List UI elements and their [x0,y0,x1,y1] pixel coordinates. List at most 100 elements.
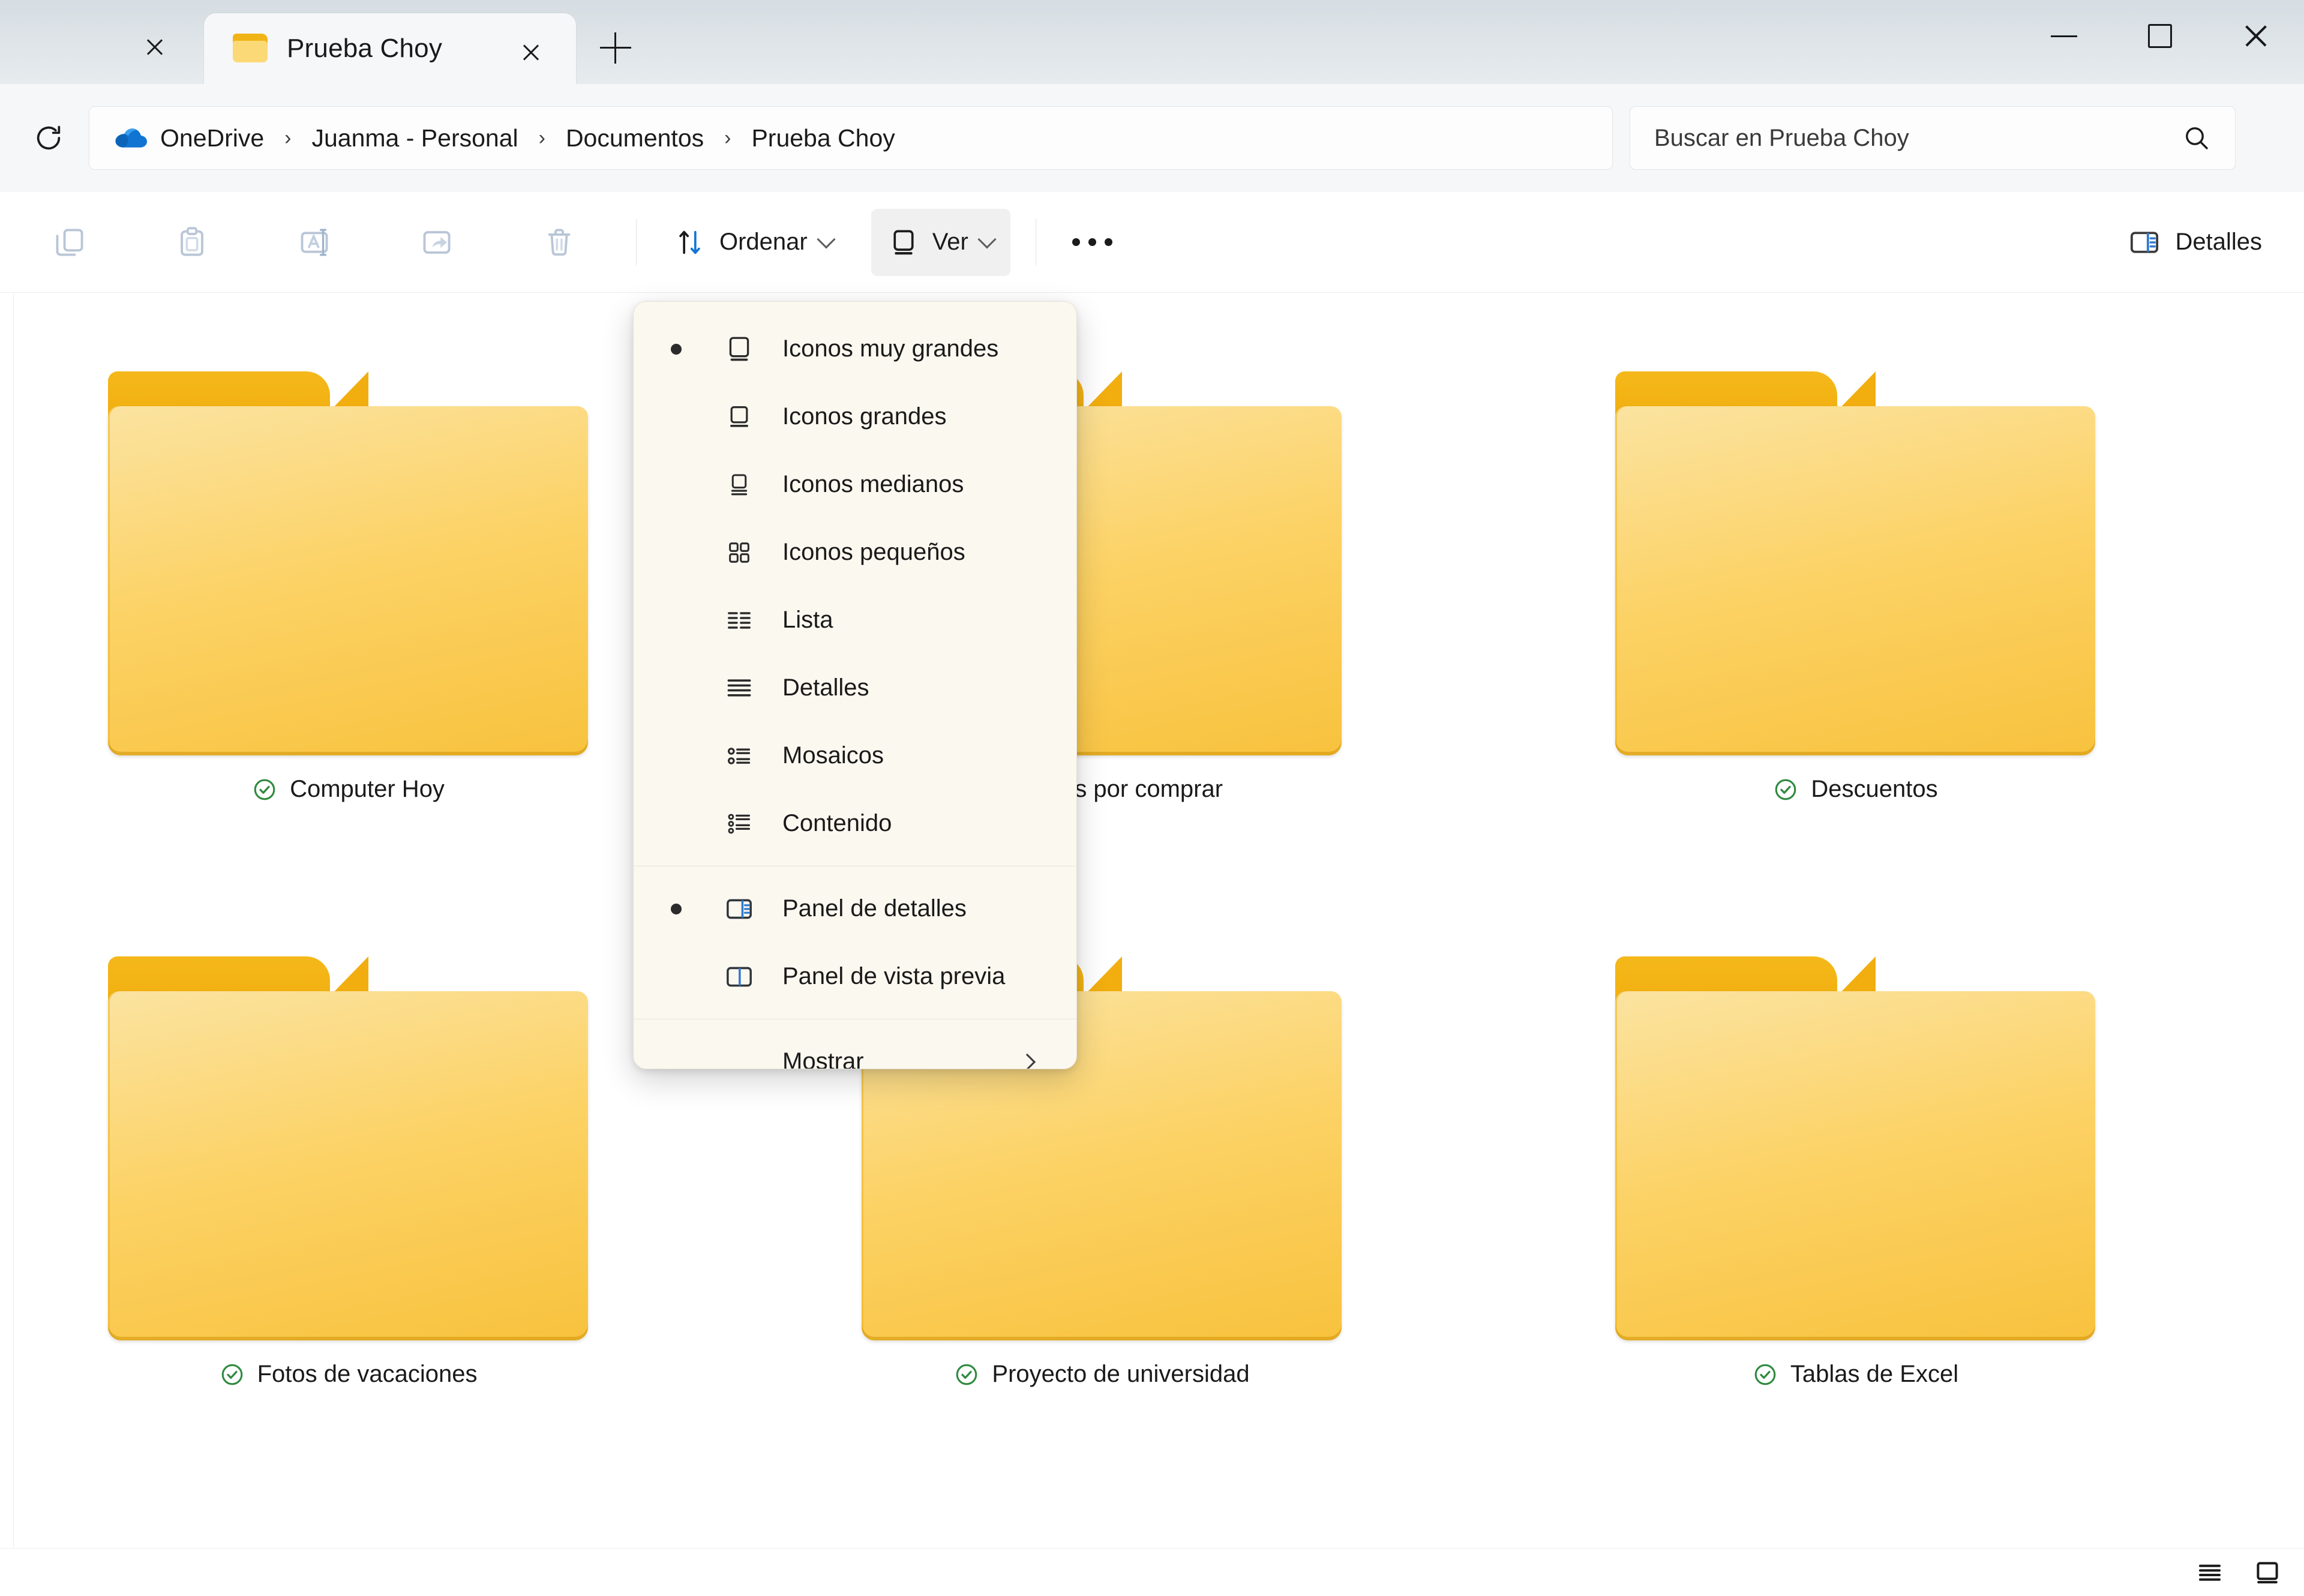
file-name: Proyecto de universidad [992,1361,1249,1388]
large-icons-view-toggle-button[interactable] [2246,1552,2288,1594]
monitor-icon [888,227,919,258]
large-icons-icon [722,400,756,434]
search-box[interactable]: Buscar en Prueba Choy [1630,106,2236,170]
menu-item-iconos-pequenos[interactable]: Iconos pequeños [634,518,1076,586]
left-close-icon-button[interactable] [137,29,173,65]
file-name: Descuentos [1811,776,1937,803]
tiles-view-icon [722,739,756,773]
view-button[interactable]: Ver [871,209,1010,276]
new-tab-button[interactable] [600,31,634,65]
list-item[interactable]: Tablas de Excel [1483,878,2227,1466]
folder-icon [233,34,269,64]
refresh-icon [33,122,64,154]
file-name: Tablas de Excel [1790,1361,1958,1388]
file-label-row: Descuentos [1772,776,1937,803]
details-pane-button[interactable]: Detalles [2113,209,2278,276]
menu-item-iconos-muy-grandes[interactable]: Iconos muy grandes [634,315,1076,383]
folder-icon [1615,371,2095,755]
menu-item-label: Panel de detalles [782,895,967,922]
close-icon [2242,22,2270,50]
delete-button[interactable] [526,209,593,276]
details-view-toggle-button[interactable] [2189,1552,2231,1594]
search-input[interactable]: Buscar en Prueba Choy [1654,125,1909,152]
selected-bullet-icon [671,344,682,355]
green-check-icon [1752,1361,1778,1388]
copy-button[interactable] [36,209,103,276]
breadcrumb-item-prueba-choy[interactable]: Prueba Choy [751,124,895,152]
menu-item-label: Mosaicos [782,742,884,769]
title-bar: Prueba Choy [0,0,2304,84]
window-controls [2016,0,2304,72]
list-item[interactable]: Fotos de vacaciones [0,878,720,1466]
address-bar: OneDrive › Juanma - Personal › Documento… [0,84,2304,192]
green-check-icon [251,776,278,803]
breadcrumb-item-onedrive[interactable]: OneDrive [160,124,264,152]
sort-button[interactable]: Ordenar [658,209,850,276]
file-name: Fotos de vacaciones [257,1361,478,1388]
file-list-area[interactable]: Computer Hoy Cosas por comprar [0,293,2304,1547]
folder-icon [108,371,588,755]
chevron-right-icon [1019,1053,1036,1069]
menu-item-detalles[interactable]: Detalles [634,654,1076,722]
tab-prueba-choy[interactable]: Prueba Choy [204,13,576,84]
green-check-icon [219,1361,245,1388]
breadcrumb-item-documentos[interactable]: Documentos [566,124,704,152]
extra-large-icons-icon [722,332,756,366]
close-window-button[interactable] [2208,0,2304,72]
rename-button[interactable] [281,209,348,276]
menu-item-label: Mostrar [782,1048,864,1069]
close-icon [145,37,165,57]
maximize-icon [2148,24,2172,48]
copy-icon [52,225,87,260]
ellipsis-icon [1072,238,1112,246]
rename-icon [297,225,332,260]
menu-item-mosaicos[interactable]: Mosaicos [634,722,1076,790]
medium-icons-icon [722,468,756,502]
green-check-icon [1772,776,1799,803]
small-icons-icon [722,536,756,569]
breadcrumb-item-juanma-personal[interactable]: Juanma - Personal [312,124,518,152]
menu-item-iconos-grandes[interactable]: Iconos grandes [634,383,1076,451]
file-name: Computer Hoy [290,776,445,803]
menu-item-panel-de-detalles[interactable]: Panel de detalles [634,875,1076,943]
menu-item-label: Detalles [782,674,869,701]
menu-item-label: Iconos muy grandes [782,335,998,362]
chevron-down-icon [817,230,835,248]
details-view-icon [722,671,756,705]
list-item[interactable]: Descuentos [1483,293,2227,881]
file-label-row: Computer Hoy [251,776,445,803]
menu-item-mostrar[interactable]: Mostrar [634,1028,1076,1069]
refresh-button[interactable] [22,111,76,165]
file-label-row: Tablas de Excel [1752,1361,1958,1388]
menu-item-label: Panel de vista previa [782,963,1005,990]
folder-icon [108,956,588,1340]
selected-bullet-icon [671,904,682,914]
menu-item-label: Iconos medianos [782,471,964,498]
menu-item-lista[interactable]: Lista [634,586,1076,654]
maximize-button[interactable] [2112,0,2208,72]
large-icons-view-toggle-icon [2253,1558,2282,1587]
paste-button[interactable] [158,209,226,276]
details-pane-icon [722,892,756,926]
menu-item-label: Iconos grandes [782,403,947,430]
green-check-icon [953,1361,980,1388]
share-button[interactable] [403,209,470,276]
breadcrumb-separator: › [539,127,545,150]
details-pane-icon [2128,226,2161,259]
list-item[interactable]: Computer Hoy [0,293,720,881]
tab-close-button[interactable] [515,36,547,68]
sort-arrows-icon [675,227,706,258]
menu-item-contenido[interactable]: Contenido [634,790,1076,857]
menu-item-iconos-medianos[interactable]: Iconos medianos [634,451,1076,518]
view-dropdown-menu[interactable]: Iconos muy grandes Iconos grandes Iconos… [633,301,1077,1069]
paste-icon [175,225,209,260]
share-icon [419,225,454,260]
menu-item-panel-de-vista-previa[interactable]: Panel de vista previa [634,943,1076,1010]
chevron-down-icon [977,230,996,248]
toolbar-divider [636,219,637,266]
more-options-button[interactable] [1059,209,1126,276]
breadcrumb[interactable]: OneDrive › Juanma - Personal › Documento… [89,106,1613,170]
minimize-button[interactable] [2016,0,2112,72]
preview-pane-icon [722,960,756,994]
search-icon [2182,124,2211,152]
